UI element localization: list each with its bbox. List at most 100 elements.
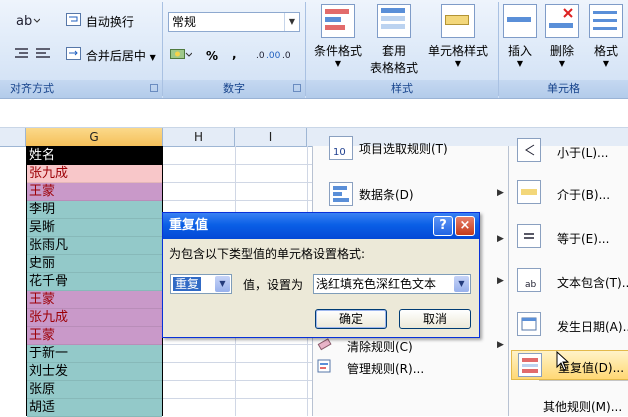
insert-button[interactable]: 插入 ▼ (502, 4, 538, 68)
name-cell[interactable]: 张雨凡 (27, 237, 162, 255)
conditional-formatting-button[interactable]: 条件格式 ▼ (310, 4, 366, 68)
name-cell[interactable]: 张原 (27, 381, 162, 399)
wrap-text-icon (66, 12, 82, 33)
menu-item-equal-to[interactable]: 等于(E)... (509, 224, 628, 250)
duplicate-values-dialog: 重复值 ? × 为包含以下类型值的单元格设置格式: 重复 ▼ 值，设置为 浅红填… (162, 212, 480, 338)
menu-item-date-occurring[interactable]: 发生日期(A)... (509, 312, 628, 338)
manage-rules-icon (317, 358, 333, 377)
menu-item-label: 其他规则(M)... (543, 400, 623, 414)
dialog-title-bar[interactable]: 重复值 ? × (163, 213, 479, 239)
calendar-icon (517, 312, 541, 336)
styles-group-label: 样式 (306, 80, 498, 98)
name-cell[interactable]: 胡适 (27, 399, 162, 417)
formula-bar-area[interactable] (0, 99, 628, 128)
name-cell[interactable]: 史丽 (27, 255, 162, 273)
indent-buttons[interactable] (14, 46, 54, 66)
currency-button[interactable] (170, 46, 193, 66)
name-cell[interactable]: 张九成 (27, 309, 162, 327)
svg-text:ab: ab (525, 280, 537, 290)
svg-text:.0: .0 (282, 51, 291, 61)
format-as-table-button[interactable]: 套用 表格格式 (366, 4, 422, 76)
cancel-button[interactable]: 取消 (399, 309, 471, 329)
menu-item-manage-rules[interactable]: 管理规则(R)... (313, 358, 509, 378)
conditional-formatting-icon (321, 4, 355, 38)
format-cells-icon (589, 4, 623, 38)
column-header-i[interactable]: I (235, 128, 307, 146)
name-cell[interactable]: 张九成 (27, 165, 162, 183)
less-than-icon (517, 138, 541, 162)
svg-text:ab: ab (16, 14, 32, 28)
header-cell[interactable]: 姓名 (27, 147, 162, 165)
name-cell[interactable]: 刘士发 (27, 363, 162, 381)
mouse-cursor-icon (556, 350, 570, 374)
value-type-value: 重复 (173, 277, 202, 291)
grid-line (163, 380, 313, 381)
decimal-buttons[interactable]: .0.00.0 (256, 46, 296, 66)
dialog-mid-label: 值，设置为 (243, 278, 304, 292)
cell-styles-icon (441, 4, 475, 38)
name-cell[interactable]: 王蒙 (27, 183, 162, 201)
duplicate-values-icon (518, 353, 542, 377)
menu-item-more-rules[interactable]: 其他规则(M)... (509, 396, 628, 414)
menu-item-label: 介于(B)... (557, 188, 611, 202)
percent-button[interactable]: % (206, 46, 218, 66)
menu-item-between[interactable]: 介于(B)... (509, 180, 628, 206)
close-button[interactable]: × (455, 216, 475, 236)
value-type-select[interactable]: 重复 ▼ (170, 274, 232, 294)
format-as-table-label-1: 套用 (381, 44, 406, 58)
alignment-dialog-launcher[interactable] (150, 84, 158, 92)
menu-item-label: 文本包含(T)... (557, 276, 628, 290)
select-all-corner[interactable] (0, 128, 26, 146)
dialog-title: 重复值 (169, 218, 209, 233)
ok-button[interactable]: 确定 (315, 309, 387, 329)
wrap-text-label: 自动换行 (85, 15, 134, 29)
grid-line (163, 164, 313, 165)
chevron-down-icon: ▼ (284, 13, 299, 31)
grid-line (163, 398, 313, 399)
selected-range-column-g[interactable]: 姓名 张九成 王蒙 李明 吴晰 张雨凡 史丽 花千骨 王蒙 张九成 王蒙 于新一 刘士发 张原 胡适 (26, 146, 163, 417)
format-style-select[interactable]: 浅红填充色深红色文本 ▼ (313, 274, 471, 294)
wrap-text-button[interactable]: 自动换行 (66, 12, 134, 32)
name-cell[interactable]: 李明 (27, 201, 162, 219)
svg-text:10: 10 (333, 147, 346, 158)
cell-styles-button[interactable]: 单元格样式 ▼ (424, 4, 492, 68)
alignment-group-label: 对齐方式 (0, 80, 162, 98)
highlight-cells-rules-submenu: 小于(L)... 介于(B)... 等于(E)... ab 文本包含(T)...… (508, 138, 628, 416)
merge-center-icon (66, 46, 82, 67)
column-header-h[interactable]: H (163, 128, 235, 146)
grid-line (163, 182, 313, 183)
menu-item-label: 清除规则(C) (347, 340, 413, 354)
chevron-down-icon: ▼ (558, 59, 566, 68)
menu-item-top-rules[interactable]: 10 项目选取规则(T) (313, 136, 509, 162)
merge-center-button[interactable]: 合并后居中 ▼ (66, 46, 156, 66)
number-format-value: 常规 (172, 15, 197, 29)
menu-item-less-than[interactable]: 小于(L)... (509, 138, 628, 164)
text-contains-icon: ab (517, 268, 541, 292)
eraser-icon (317, 336, 333, 355)
comma-button[interactable]: , (232, 44, 237, 64)
format-as-table-icon (377, 4, 411, 38)
name-cell[interactable]: 王蒙 (27, 327, 162, 345)
grid-line (163, 200, 313, 201)
name-cell[interactable]: 于新一 (27, 345, 162, 363)
dialog-prompt: 为包含以下类型值的单元格设置格式: (169, 247, 366, 261)
menu-item-data-bars[interactable]: 数据条(D) ▶ (313, 182, 509, 206)
help-button[interactable]: ? (433, 216, 453, 236)
menu-item-label: 数据条(D) (359, 188, 414, 202)
format-button[interactable]: 格式 ▼ (588, 4, 624, 68)
delete-cells-icon (545, 4, 579, 38)
menu-separator (539, 380, 628, 381)
chevron-down-icon: ▼ (149, 53, 156, 62)
menu-item-text-contains[interactable]: ab 文本包含(T)... (509, 268, 628, 294)
name-cell[interactable]: 花千骨 (27, 273, 162, 291)
orientation-button[interactable]: ab (14, 12, 41, 32)
column-header-g[interactable]: G (26, 128, 163, 146)
merge-center-label: 合并后居中 (85, 49, 146, 63)
delete-button[interactable]: 删除 ▼ (544, 4, 580, 68)
menu-item-clear-rules[interactable]: 清除规则(C) ▶ (313, 336, 509, 356)
name-cell[interactable]: 吴晰 (27, 219, 162, 237)
equal-to-icon (517, 224, 541, 248)
name-cell[interactable]: 王蒙 (27, 291, 162, 309)
number-dialog-launcher[interactable] (293, 84, 301, 92)
number-format-select[interactable]: 常规 ▼ (168, 12, 300, 32)
